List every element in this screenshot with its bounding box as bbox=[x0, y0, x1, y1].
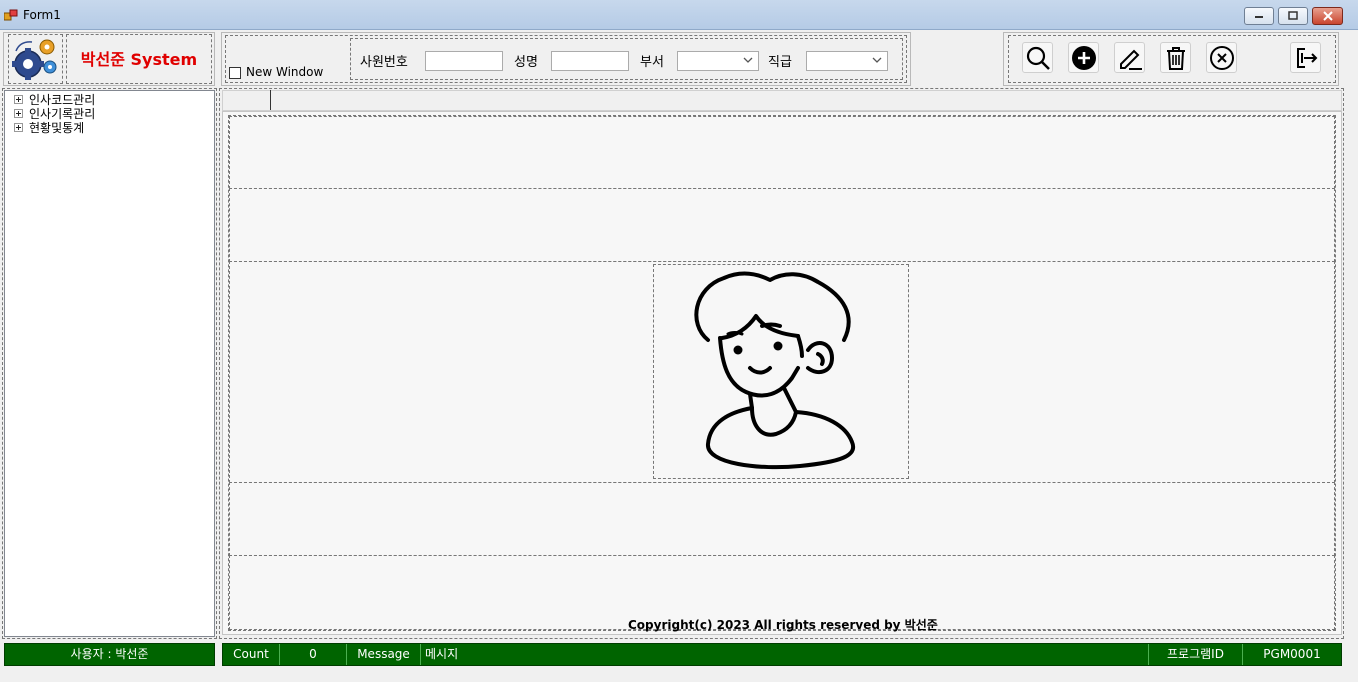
user-status: 사용자 : 박선준 bbox=[70, 647, 149, 661]
expand-plus-icon[interactable] bbox=[14, 122, 23, 132]
dept-label: 부서 bbox=[640, 55, 664, 70]
exit-door-icon bbox=[1296, 47, 1317, 68]
plus-circle-icon bbox=[1071, 45, 1096, 70]
search-button[interactable] bbox=[1022, 42, 1053, 73]
app-icon bbox=[4, 9, 18, 21]
minimize-icon bbox=[1255, 16, 1263, 18]
message-value: 메시지 bbox=[421, 644, 1149, 665]
tab-strip[interactable] bbox=[222, 90, 1342, 111]
user-status-bar: 사용자 : 박선준 bbox=[4, 643, 215, 666]
chevron-down-icon bbox=[743, 57, 753, 63]
avatar bbox=[694, 271, 856, 470]
chevron-down-icon bbox=[872, 57, 882, 63]
x-circle-icon bbox=[1209, 45, 1234, 70]
expand-plus-icon[interactable] bbox=[14, 108, 23, 118]
tab-divider bbox=[270, 90, 271, 110]
rank-label: 직급 bbox=[768, 55, 792, 70]
tree-item-statistics[interactable]: 현황및통계 bbox=[14, 120, 85, 135]
message-label: Message bbox=[347, 644, 421, 665]
delete-button[interactable] bbox=[1160, 42, 1191, 73]
program-id-value: PGM0001 bbox=[1263, 647, 1321, 661]
minimize-button[interactable] bbox=[1244, 7, 1274, 25]
emp-no-input[interactable] bbox=[425, 51, 503, 71]
rank-select[interactable] bbox=[806, 51, 888, 71]
window-title: Form1 bbox=[23, 8, 61, 22]
maximize-icon bbox=[1288, 11, 1298, 20]
magnifier-icon bbox=[1026, 46, 1050, 70]
new-window-checkbox[interactable] bbox=[229, 67, 241, 79]
cancel-button[interactable] bbox=[1206, 42, 1237, 73]
gears-logo-icon bbox=[12, 39, 57, 80]
name-label: 성명 bbox=[514, 55, 538, 70]
add-button[interactable] bbox=[1068, 42, 1099, 73]
trash-icon bbox=[1166, 46, 1185, 70]
window-titlebar: Form1 bbox=[0, 0, 1358, 30]
maximize-button[interactable] bbox=[1278, 7, 1308, 25]
copyright-text: Copyright(c) 2023 All rights reserved by… bbox=[628, 618, 938, 632]
dept-select[interactable] bbox=[677, 51, 759, 71]
layout-row-2 bbox=[229, 188, 1335, 262]
close-button[interactable] bbox=[1312, 7, 1343, 25]
exit-button[interactable] bbox=[1290, 42, 1321, 73]
new-window-label: New Window bbox=[246, 65, 324, 79]
close-icon bbox=[1322, 11, 1333, 21]
program-id-label: 프로그램ID bbox=[1149, 644, 1243, 665]
layout-row-4 bbox=[229, 482, 1335, 556]
pencil-icon bbox=[1119, 49, 1142, 70]
count-value: 0 bbox=[280, 644, 347, 665]
system-title: 박선준 System bbox=[80, 50, 198, 69]
main-status-bar: Count 0 Message 메시지 프로그램ID PGM0001 bbox=[222, 643, 1342, 666]
tree-item-label: 현황및통계 bbox=[29, 120, 85, 135]
count-label: Count bbox=[223, 644, 280, 665]
emp-no-label: 사원번호 bbox=[360, 55, 408, 70]
menu-tree: 인사코드관리 인사기록관리 현황및통계 bbox=[4, 90, 215, 637]
expand-plus-icon[interactable] bbox=[14, 94, 23, 104]
name-input[interactable] bbox=[551, 51, 629, 71]
edit-button[interactable] bbox=[1114, 42, 1145, 73]
layout-row-1 bbox=[229, 116, 1335, 189]
